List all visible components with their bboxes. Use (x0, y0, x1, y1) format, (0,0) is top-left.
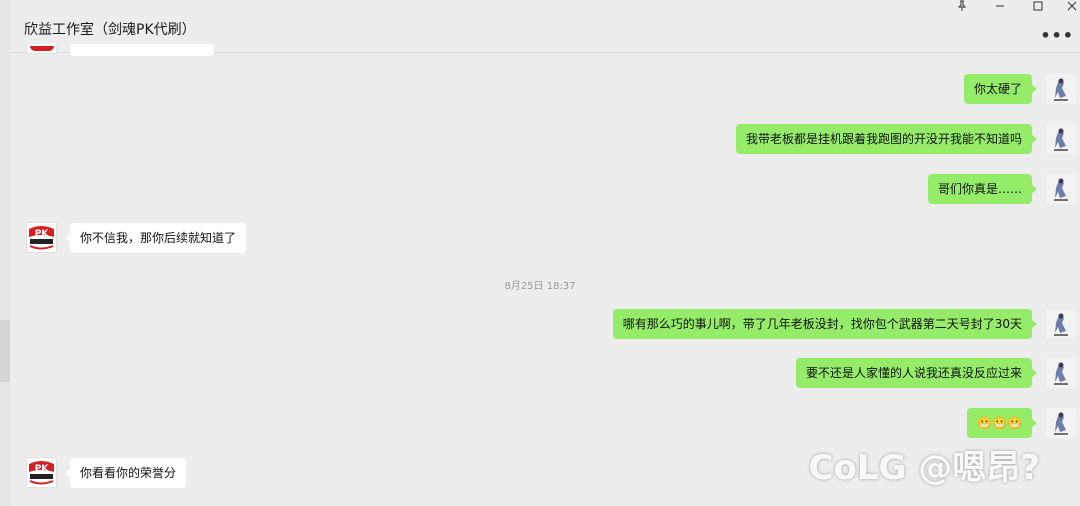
avatar-logo-text: PK (35, 464, 50, 474)
message-row: 你太硬了 (963, 74, 1038, 104)
left-panel-edge (0, 0, 10, 506)
scroll-handle[interactable] (0, 320, 10, 382)
message-bubble-received[interactable]: 你不信我，那你后续就知道了 (64, 223, 247, 253)
message-bubble-sent[interactable]: 😬😬😬 (967, 408, 1037, 438)
message-bubble-sent[interactable]: 我带老板都是挂机跟着我跑图的开没开我能不知道吗 (735, 124, 1038, 154)
my-avatar[interactable] (1046, 174, 1076, 204)
chat-title: 欣益工作室（剑魂PK代刷） (24, 22, 196, 38)
contact-avatar[interactable]: PK (26, 222, 57, 253)
my-avatar[interactable] (1046, 408, 1076, 438)
partial-avatar (26, 44, 57, 54)
avatar-logo-text: PK (35, 229, 50, 239)
my-avatar[interactable] (1046, 358, 1076, 388)
message-bubble-sent[interactable]: 要不还是人家懂的人说我还真没反应过来 (795, 358, 1038, 388)
message-row: 😬😬😬 (967, 408, 1037, 438)
message-row: 你不信我，那你后续就知道了 (64, 223, 247, 253)
message-bubble-sent[interactable]: 哪有那么巧的事儿啊，带了几年老板没封，找你包个武器第二天号封了30天 (612, 309, 1038, 339)
message-timestamp: 8月25日 18:37 (504, 281, 576, 292)
message-row: 我带老板都是挂机跟着我跑图的开没开我能不知道吗 (735, 124, 1038, 154)
maximize-icon[interactable] (1028, 0, 1048, 15)
message-bubble-sent[interactable]: 你太硬了 (963, 74, 1038, 104)
close-icon[interactable] (1062, 0, 1080, 15)
message-bubble-sent[interactable]: 哥们你真是…… (927, 174, 1038, 204)
watermark: CoLG @嗯昂? (808, 448, 1040, 488)
more-options-icon[interactable]: ••• (1040, 26, 1074, 45)
message-bubble-received[interactable]: 你看看你的荣誉分 (64, 458, 187, 488)
message-row: 哪有那么巧的事儿啊，带了几年老板没封，找你包个武器第二天号封了30天 (612, 309, 1038, 339)
my-avatar[interactable] (1046, 309, 1076, 339)
message-row: 哥们你真是…… (927, 174, 1038, 204)
my-avatar[interactable] (1046, 74, 1076, 104)
pin-icon[interactable] (952, 0, 972, 15)
message-row: 你看看你的荣誉分 (64, 458, 187, 488)
contact-avatar[interactable]: PK (26, 457, 57, 488)
minimize-icon[interactable] (990, 0, 1010, 15)
my-avatar[interactable] (1046, 124, 1076, 154)
partial-bubble (70, 44, 214, 56)
message-row: 要不还是人家懂的人说我还真没反应过来 (795, 358, 1038, 388)
